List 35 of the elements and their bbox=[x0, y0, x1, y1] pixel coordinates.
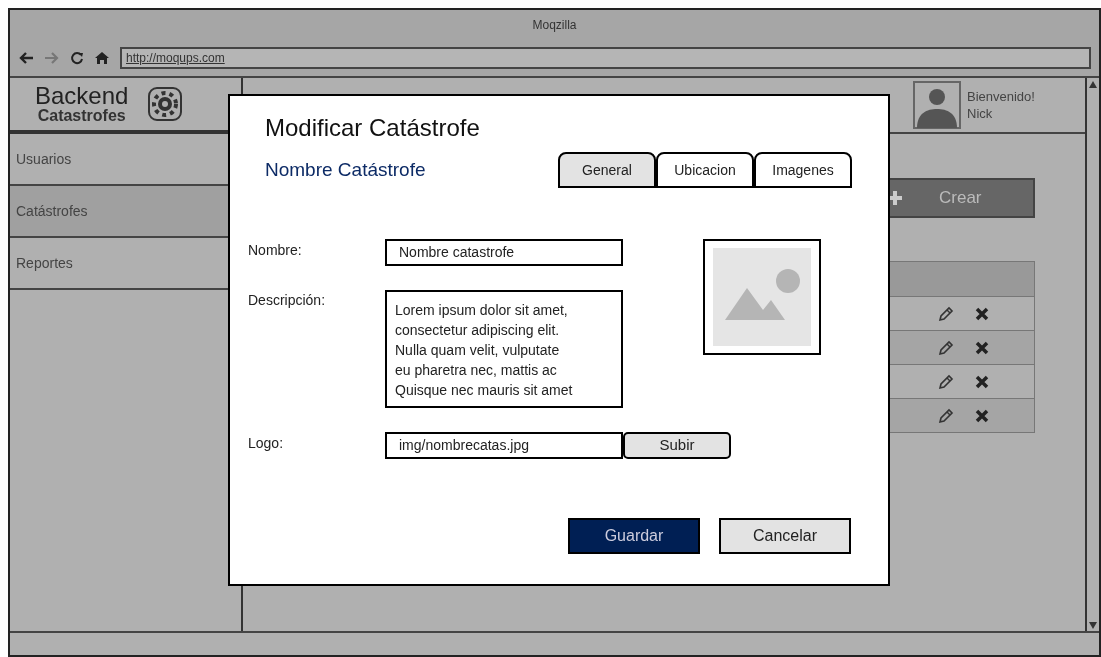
dialog-title: Modificar Catástrofe bbox=[264, 113, 481, 143]
back-icon[interactable] bbox=[18, 51, 34, 65]
pencil-icon[interactable] bbox=[938, 305, 954, 322]
settings-icon[interactable] bbox=[148, 87, 183, 121]
name-field[interactable]: Nombre catastrofe bbox=[385, 239, 623, 266]
delete-icon[interactable] bbox=[974, 305, 990, 322]
pencil-icon[interactable] bbox=[938, 339, 954, 356]
delete-icon[interactable] bbox=[974, 373, 990, 390]
tab[interactable]: Ubicacion bbox=[656, 152, 754, 188]
delete-icon[interactable] bbox=[974, 339, 990, 356]
field-label: Descripción: bbox=[248, 291, 327, 310]
tab[interactable]: General bbox=[558, 152, 656, 188]
user-name: Nick bbox=[967, 105, 994, 122]
plus-icon bbox=[887, 190, 903, 206]
dialog-subtitle: Nombre Catástrofe bbox=[264, 157, 426, 182]
field-label: Logo: bbox=[248, 434, 285, 453]
cancel-button[interactable]: Cancelar bbox=[719, 518, 851, 554]
brand-subtitle: Catastrofes bbox=[37, 108, 126, 124]
field-label: Nombre: bbox=[248, 241, 303, 260]
window-title: Moqzilla bbox=[532, 17, 577, 34]
home-icon[interactable] bbox=[94, 51, 110, 65]
upload-button[interactable]: Subir bbox=[623, 432, 731, 459]
brand-title: Backend bbox=[35, 84, 129, 108]
pencil-icon[interactable] bbox=[938, 373, 954, 390]
image-icon bbox=[713, 248, 811, 346]
avatar-icon bbox=[913, 81, 961, 129]
delete-icon[interactable] bbox=[974, 407, 990, 424]
logo-path-field[interactable]: img/nombrecatas.jpg bbox=[385, 432, 623, 459]
save-button[interactable]: Guardar bbox=[568, 518, 700, 554]
description-field[interactable]: Lorem ipsum dolor sit amet, consectetur adipiscing elit. Nulla quam velit, vulputate eu pharetra nec, mattis ac Quisque nec mauris sit amet bbox=[385, 290, 623, 408]
reload-icon[interactable] bbox=[70, 51, 84, 65]
address-field[interactable]: http://moqups.com bbox=[120, 47, 1091, 69]
welcome-text: Bienvenido! bbox=[967, 88, 1036, 105]
tab[interactable]: Imagenes bbox=[754, 152, 852, 188]
pencil-icon[interactable] bbox=[938, 407, 954, 424]
